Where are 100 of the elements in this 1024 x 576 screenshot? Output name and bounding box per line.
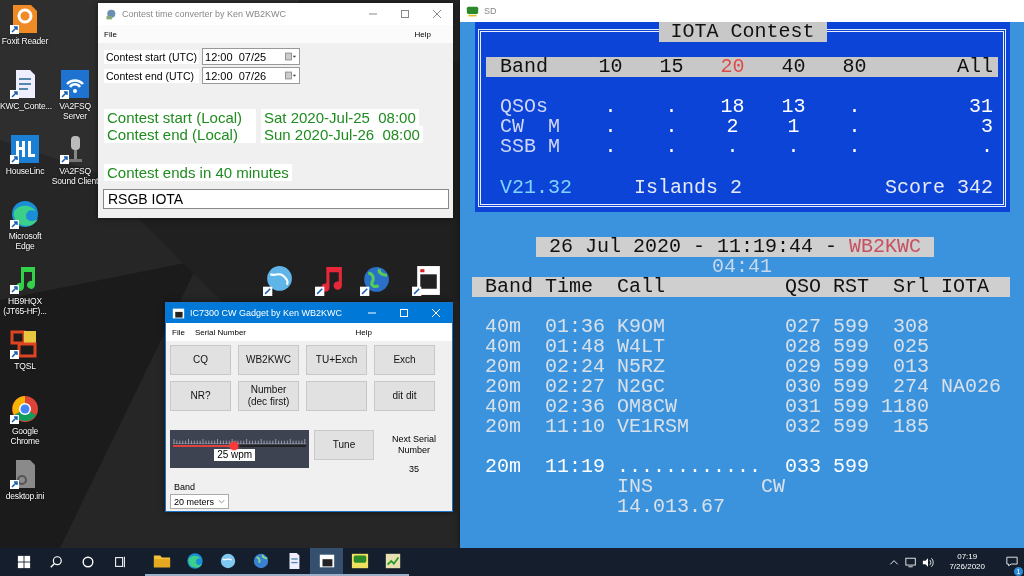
table-cell-text: 20m bbox=[485, 357, 522, 377]
column-header: All bbox=[956, 57, 993, 77]
panel-title: IOTA Contest bbox=[658, 22, 827, 42]
notification-icon[interactable] bbox=[1006, 556, 1018, 567]
table-cell-text: . bbox=[603, 97, 618, 117]
table-cell-text: . bbox=[847, 117, 862, 137]
menu-item[interactable]: File bbox=[104, 29, 117, 39]
table-cell: 599 bbox=[833, 337, 869, 357]
version-text: V21.32 bbox=[500, 178, 573, 198]
table-cell-text: 40m bbox=[485, 337, 522, 357]
table-cell-text: 01:48 bbox=[545, 337, 606, 357]
desktop-shortcut[interactable]: desktop.ini bbox=[0, 458, 50, 501]
globe-icon bbox=[251, 552, 270, 570]
table-cell-text: 025 bbox=[892, 337, 929, 357]
column-header: Time bbox=[545, 277, 594, 297]
table-cell-text: 029 bbox=[785, 357, 823, 377]
calendar-dropdown-icon bbox=[285, 71, 297, 80]
table-cell-text: . bbox=[725, 137, 740, 157]
table-cell-text: . bbox=[664, 117, 679, 137]
tune-button[interactable]: Tune bbox=[314, 430, 374, 460]
table-cell-text: 027 bbox=[785, 317, 823, 337]
menu-item[interactable]: File bbox=[172, 327, 185, 337]
macro-button[interactable]: WB2KWC bbox=[238, 345, 299, 375]
column-header: IOTA bbox=[940, 277, 991, 297]
table-cell-text: 274 bbox=[892, 377, 929, 397]
table-cell-text: . bbox=[847, 137, 862, 157]
globe-icon[interactable] bbox=[359, 264, 392, 297]
table-cell-text: 02:27 bbox=[545, 377, 606, 397]
table-cell-text: 1180 bbox=[880, 397, 929, 417]
table-cell-text: 20m bbox=[485, 417, 522, 437]
desktop-shortcut[interactable]: Foxit Reader bbox=[0, 3, 50, 46]
table-cell-text: 032 bbox=[785, 417, 823, 437]
menu-item[interactable]: Serial Number bbox=[194, 327, 247, 337]
serial-label: Next Serial Number bbox=[391, 434, 437, 456]
chevron-down-icon bbox=[218, 499, 225, 504]
desktop-shortcut[interactable]: HB9HQX (JT65-HF)... bbox=[0, 263, 50, 316]
desktop-shortcut[interactable]: Google Chrome bbox=[0, 393, 50, 446]
table-cell: 599 bbox=[833, 417, 869, 437]
serial-value: 35 bbox=[409, 464, 419, 474]
table-cell-text: VE1RSM bbox=[617, 417, 690, 437]
table-cell: 599 bbox=[833, 357, 869, 377]
desktop-shortcut[interactable]: KWC_Conte... bbox=[0, 68, 50, 111]
macro-button[interactable]: Exch bbox=[374, 345, 435, 375]
volume-icon[interactable] bbox=[922, 556, 935, 568]
taskbar-app-button[interactable] bbox=[310, 548, 343, 576]
datetime-picker[interactable]: 12:00 07/26 bbox=[202, 67, 300, 84]
table-cell-text: 02:24 bbox=[545, 357, 606, 377]
table-cell-text: 013 bbox=[892, 357, 929, 377]
taskbar-clock[interactable]: 07:19 7/26/2020 bbox=[939, 552, 995, 572]
band-dropdown[interactable]: 20 meters bbox=[170, 494, 229, 509]
table-cell-text: 030 bbox=[785, 377, 823, 397]
date-time-text: 26 Jul 2020 - 11:19:44 - bbox=[548, 237, 837, 257]
table-cell-text: . bbox=[664, 137, 679, 157]
timer-text: 04:41 bbox=[712, 257, 772, 277]
clapperboard-icon bbox=[172, 306, 185, 320]
menu-item[interactable]: Help bbox=[355, 327, 372, 337]
entry-rst: 599 bbox=[833, 457, 869, 477]
browser-swirl-icon bbox=[9, 198, 41, 230]
table-cell-text: . bbox=[603, 117, 618, 137]
table-cell-text: 20m bbox=[485, 377, 522, 397]
macro-button[interactable]: CQ bbox=[170, 345, 231, 375]
macro-button[interactable]: NR? bbox=[170, 381, 231, 411]
table-cell-text: 028 bbox=[785, 337, 823, 357]
network-icon[interactable] bbox=[905, 556, 918, 568]
local-time-label: Contest start (Local) bbox=[104, 109, 256, 126]
macro-button[interactable]: TU+Exch bbox=[306, 345, 367, 375]
local-time-value: Sat 2020-Jul-25 08:00 bbox=[261, 109, 419, 126]
entry-qso-number: 033 bbox=[785, 457, 823, 477]
window-title: Contest time converter by Ken WB2KWC bbox=[122, 9, 287, 19]
row-label: CW M bbox=[500, 117, 561, 137]
countdown-text: Contest ends in 40 minutes bbox=[104, 164, 292, 181]
macro-button[interactable]: dit dit bbox=[374, 381, 435, 411]
band-column-header: 80 bbox=[841, 57, 868, 77]
browser-circle-icon bbox=[9, 393, 41, 425]
slider-thumb[interactable] bbox=[230, 442, 239, 450]
band-label: Band bbox=[174, 482, 197, 492]
desktop-shortcut[interactable]: Microsoft Edge bbox=[0, 198, 50, 251]
table-cell-text: N2GC bbox=[617, 377, 666, 397]
table-cell-text: 2 bbox=[725, 117, 740, 137]
datetime-picker[interactable]: 12:00 07/25 bbox=[202, 48, 300, 65]
column-header: QSO bbox=[785, 277, 823, 297]
column-header: Band bbox=[485, 277, 534, 297]
globe-icon bbox=[218, 552, 237, 570]
table-cell-text: . bbox=[603, 137, 618, 157]
globe-icon[interactable] bbox=[262, 264, 295, 297]
macro-button[interactable]: Number (dec first) bbox=[238, 381, 299, 411]
app-logo-icon bbox=[466, 4, 479, 18]
column-header: Srl bbox=[892, 277, 929, 297]
local-time-label: Contest end (Local) bbox=[104, 126, 256, 143]
desktop-shortcut[interactable]: HouseLinc bbox=[0, 133, 50, 176]
wifi-icon bbox=[59, 68, 91, 100]
tile-icon bbox=[9, 133, 41, 165]
speed-readout: 25 wpm bbox=[214, 449, 256, 461]
band-column-header: 40 bbox=[780, 57, 807, 77]
table-cell-text: 308 bbox=[892, 317, 929, 337]
contest-name-field[interactable]: RSGB IOTA bbox=[103, 189, 449, 209]
menu-item[interactable]: Help bbox=[414, 29, 431, 39]
table-cell-text: 031 bbox=[785, 397, 823, 417]
desktop-shortcut[interactable]: TQSL bbox=[0, 328, 50, 371]
table-cell-text: 13 bbox=[780, 97, 807, 117]
